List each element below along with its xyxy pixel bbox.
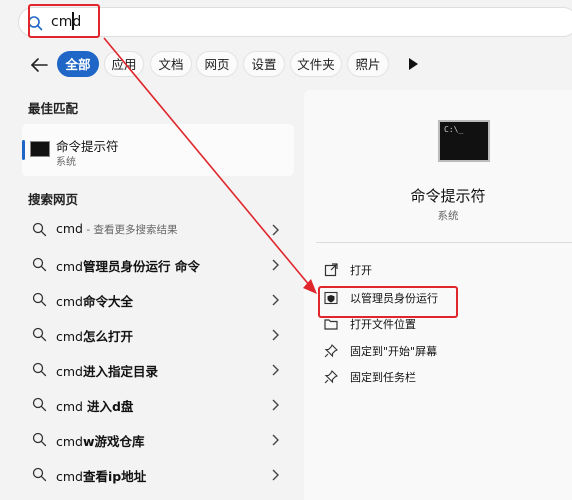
search-icon (32, 362, 47, 377)
web-result-text: cmd 进入d盘 (56, 399, 134, 414)
cmd-app-icon (30, 141, 50, 157)
web-result-text: cmd命令大全 (56, 294, 133, 309)
web-result-text: cmd怎么打开 (56, 329, 133, 344)
web-result-text: cmd查看ip地址 (56, 469, 147, 484)
filter-chip-folders[interactable]: 文件夹 (290, 51, 342, 77)
search-icon (32, 222, 47, 237)
search-bar[interactable] (18, 7, 572, 37)
action-label: 固定到"开始"屏幕 (350, 345, 438, 358)
action-pin-to-taskbar[interactable]: 固定到任务栏 (316, 365, 566, 389)
chevron-right-icon (272, 294, 279, 306)
selection-indicator (22, 140, 25, 160)
search-icon (32, 327, 47, 342)
search-icon (32, 467, 47, 482)
filter-chip-documents[interactable]: 文档 (150, 51, 192, 77)
chevron-right-icon (272, 224, 279, 236)
action-pin-to-start[interactable]: 固定到"开始"屏幕 (316, 339, 566, 363)
web-result-row[interactable]: cmd命令大全 (22, 283, 294, 317)
pin-icon (324, 344, 338, 358)
chevron-right-icon (272, 469, 279, 481)
search-icon (32, 397, 47, 412)
search-icon (32, 257, 47, 272)
best-match-title: 最佳匹配 (28, 101, 79, 116)
filter-chip-all[interactable]: 全部 (57, 51, 99, 77)
admin-annotation-box (318, 286, 458, 318)
action-label: 打开 (350, 264, 372, 277)
web-result-text: cmd管理员身份运行 命令 (56, 259, 200, 274)
web-result-row[interactable]: cmd进入指定目录 (22, 353, 294, 387)
filter-chip-photos[interactable]: 照片 (347, 51, 389, 77)
search-icon (32, 292, 47, 307)
filter-chip-settings[interactable]: 设置 (243, 51, 285, 77)
web-result-text: cmd进入指定目录 (56, 364, 158, 379)
action-label: 固定到任务栏 (350, 371, 416, 384)
open-icon (324, 263, 338, 277)
detail-subtitle: 系统 (437, 210, 459, 222)
web-result-text: cmdw游戏仓库 (56, 434, 145, 449)
web-result-row[interactable]: cmd 进入d盘 (22, 388, 294, 422)
web-result-row[interactable]: cmd怎么打开 (22, 318, 294, 352)
folder-icon (324, 319, 338, 330)
chevron-right-icon (272, 259, 279, 271)
web-result-row[interactable]: cmd管理员身份运行 命令 (22, 248, 294, 282)
web-result-text: cmd - 查看更多搜索结果 (56, 221, 178, 236)
search-icon (32, 432, 47, 447)
chevron-right-icon (272, 329, 279, 341)
action-label: 打开文件位置 (350, 318, 416, 331)
cmd-app-large-icon: C:\_ (438, 120, 490, 162)
web-search-title: 搜索网页 (28, 192, 79, 207)
filter-chip-web[interactable]: 网页 (196, 51, 238, 77)
web-result-row[interactable]: cmd - 查看更多搜索结果 (22, 213, 294, 247)
best-match-type: 系统 (56, 157, 76, 168)
back-arrow-icon[interactable] (28, 54, 50, 76)
chevron-right-icon (272, 364, 279, 376)
search-annotation-box (28, 4, 100, 38)
filter-chip-apps[interactable]: 应用 (104, 51, 144, 77)
text-caret (72, 12, 74, 30)
detail-title: 命令提示符 (410, 187, 486, 205)
best-match-card[interactable]: 命令提示符 系统 (22, 124, 294, 176)
play-more-icon[interactable] (406, 57, 420, 71)
chevron-right-icon (272, 434, 279, 446)
divider (316, 242, 572, 243)
chevron-right-icon (272, 399, 279, 411)
web-result-row[interactable]: cmdw游戏仓库 (22, 423, 294, 457)
web-result-row[interactable]: cmd查看ip地址 (22, 458, 294, 492)
pin-icon (324, 370, 338, 384)
action-open[interactable]: 打开 (316, 258, 566, 282)
